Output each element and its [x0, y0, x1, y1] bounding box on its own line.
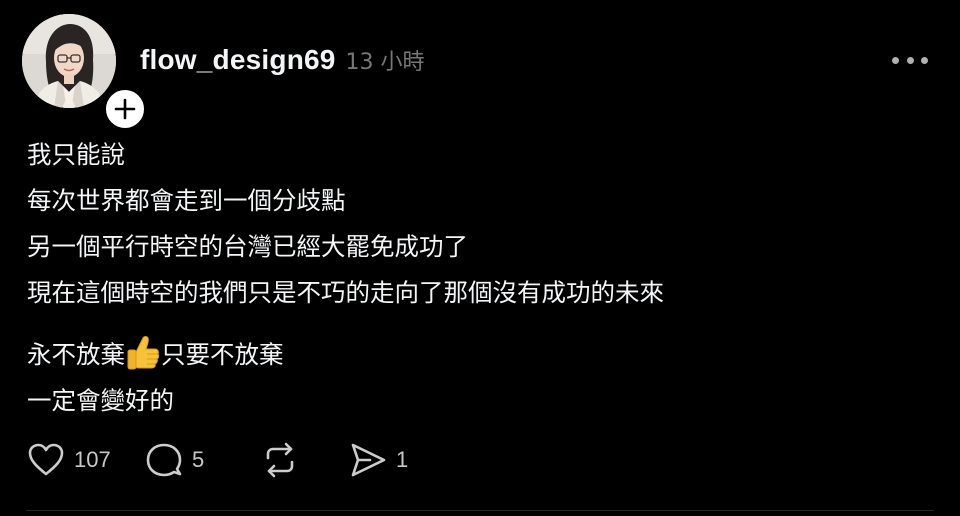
reply-count: 5 [192, 447, 205, 472]
repost-icon [266, 442, 294, 478]
thread-post: flow_design69 13 小時 我只能說 每次世界都會走到一個分歧點 另… [0, 0, 960, 516]
share-button[interactable]: 1 [348, 440, 428, 480]
post-text-segment: 只要不放棄 [161, 340, 284, 369]
plus-icon [114, 98, 136, 120]
more-options-button[interactable] [892, 48, 928, 72]
post-text-line: 每次世界都會走到一個分歧點 [27, 186, 346, 215]
post-header: flow_design69 13 小時 [140, 40, 425, 80]
like-button[interactable]: 107 [26, 440, 144, 480]
more-horizontal-icon [892, 56, 899, 64]
divider [26, 510, 934, 511]
thumbs-up-emoji [127, 336, 160, 370]
comment-icon [146, 443, 182, 477]
post-text-line: 現在這個時空的我們只是不巧的走向了那個沒有成功的未來 [27, 278, 664, 307]
profile-photo [22, 14, 116, 108]
post-text-segment: 永不放棄 [27, 340, 125, 369]
post-text-line: 另一個平行時空的台灣已經大罷免成功了 [27, 232, 468, 261]
post-text-line-with-emoji: 永不放棄 只要不放棄 [27, 332, 927, 378]
send-icon [351, 443, 386, 477]
heart-icon [28, 443, 64, 476]
avatar-container [22, 14, 148, 132]
share-count: 1 [396, 447, 409, 472]
reply-button[interactable]: 5 [144, 440, 260, 480]
post-timestamp[interactable]: 13 小時 [346, 44, 425, 76]
post-text-line: 我只能說 [27, 140, 125, 169]
follow-button[interactable] [102, 86, 148, 132]
post-body: 我只能說 每次世界都會走到一個分歧點 另一個平行時空的台灣已經大罷免成功了 現在… [27, 132, 927, 424]
avatar[interactable] [22, 14, 116, 108]
post-actions: 107 5 1 [26, 440, 428, 480]
post-text-line: 一定會變好的 [27, 386, 174, 415]
like-count: 107 [74, 447, 111, 472]
repost-button[interactable] [260, 440, 348, 480]
username-link[interactable]: flow_design69 [140, 44, 336, 76]
